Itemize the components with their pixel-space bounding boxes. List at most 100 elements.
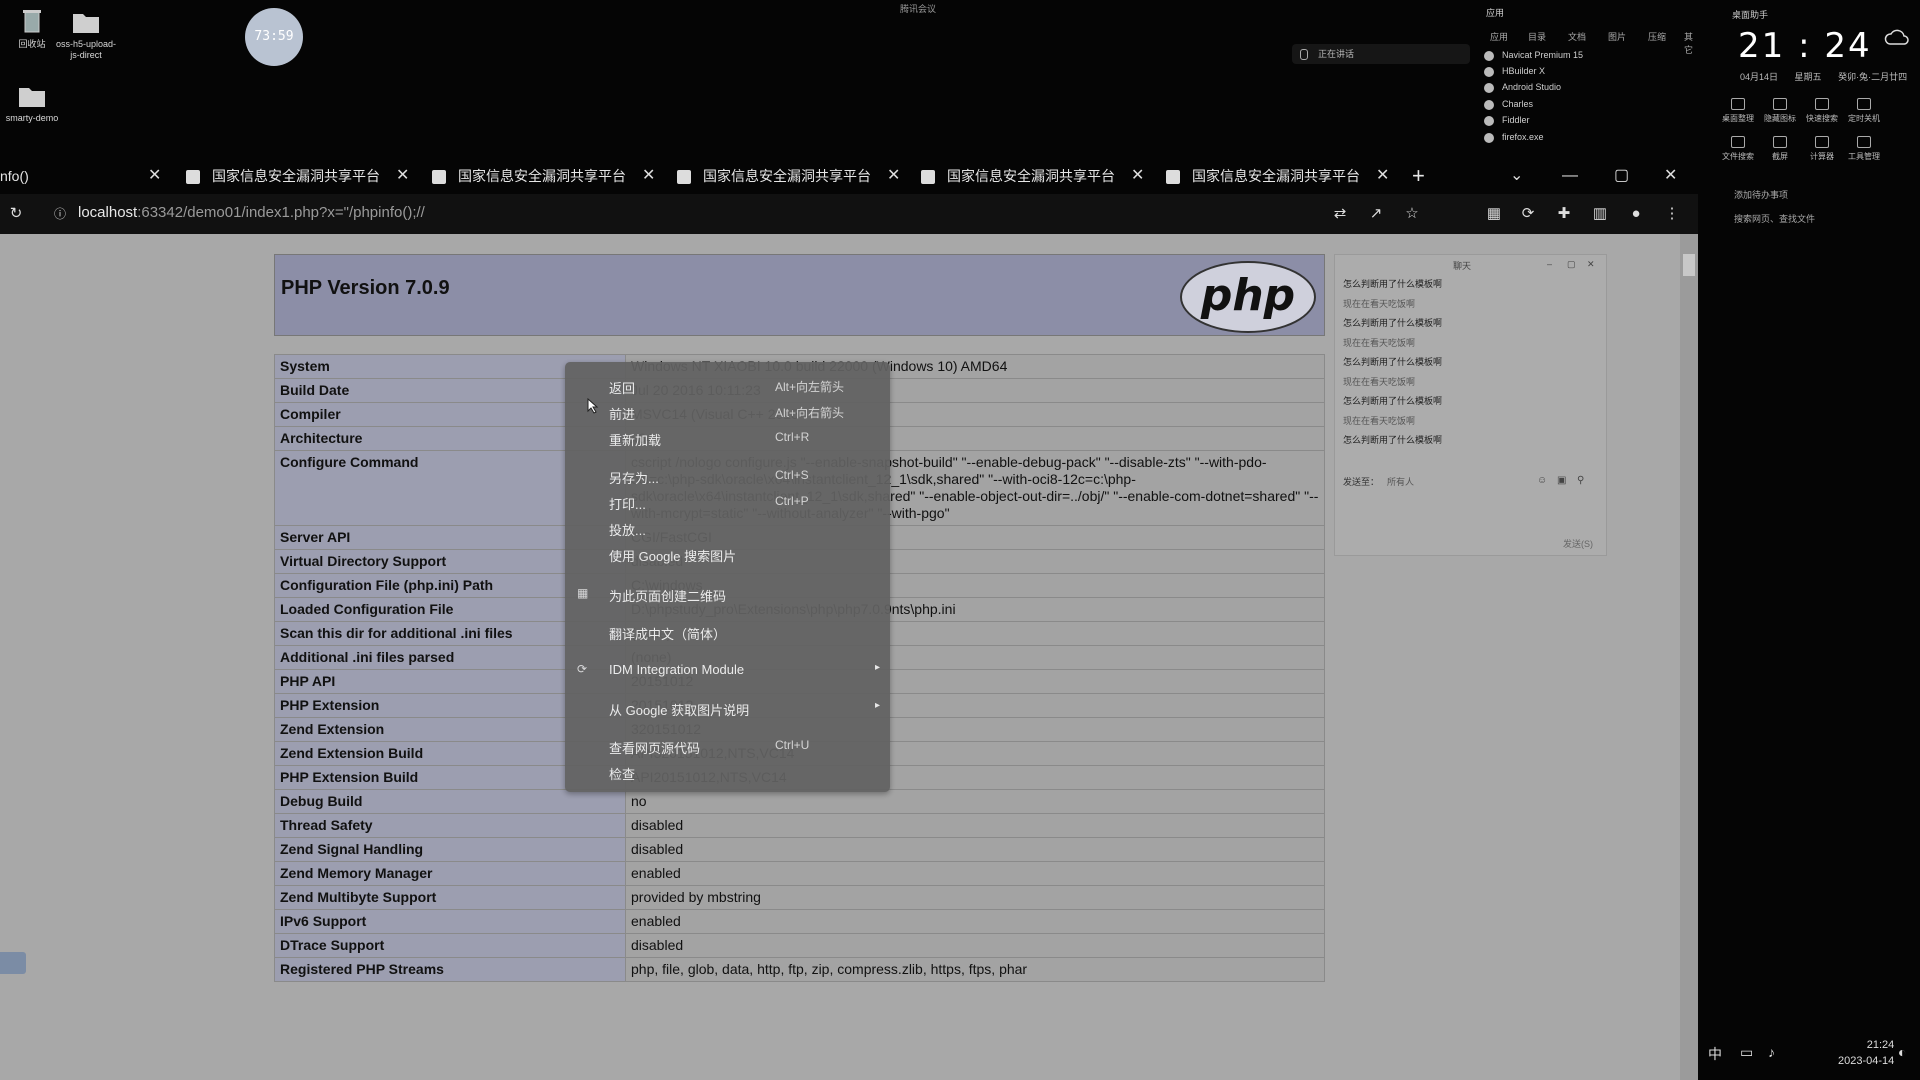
close-icon[interactable]: ✕ [1376, 158, 1389, 194]
network-icon[interactable]: ▭ [1740, 1044, 1753, 1061]
emoji-icon[interactable]: ☺ [1537, 475, 1547, 486]
side-panel-icon[interactable]: ▥ [1592, 206, 1608, 222]
launcher-item[interactable]: HBuilder X [1484, 66, 1545, 77]
clock-date: 04月14日 [1740, 72, 1779, 82]
tool-quick-search[interactable]: 快速搜索 [1802, 98, 1842, 124]
tab[interactable]: 国家信息安全漏洞共享平台 ✕ [677, 158, 907, 194]
context-menu-item[interactable]: 另存为... Ctrl+S [565, 468, 890, 488]
extension-icon[interactable]: ▦ [1486, 206, 1502, 222]
context-menu-item[interactable]: ▦ 为此页面创建二维码 [565, 586, 890, 606]
folder-icon [71, 8, 101, 36]
puzzle-icon[interactable]: ✚ [1556, 206, 1572, 222]
tool-desktop-organize[interactable]: 桌面整理 [1718, 98, 1758, 124]
close-window-icon[interactable]: ✕ [1664, 158, 1677, 194]
context-menu-item[interactable]: 打印... Ctrl+P [565, 494, 890, 514]
launcher-item[interactable]: Charles [1484, 99, 1533, 110]
launcher-item[interactable]: firefox.exe [1484, 132, 1544, 143]
minimize-icon[interactable]: — [1562, 158, 1578, 194]
translate-icon[interactable]: ⇄ [1332, 206, 1348, 222]
microphone-icon [1300, 49, 1308, 60]
tool-shutdown-timer[interactable]: 定时关机 [1844, 98, 1884, 124]
new-tab-button[interactable]: + [1412, 158, 1432, 194]
context-menu-item[interactable]: 重新加载 Ctrl+R [565, 430, 890, 450]
maximize-icon[interactable]: ▢ [1567, 259, 1576, 270]
phpinfo-key: Debug Build [274, 789, 626, 814]
clock-weekday: 星期五 [1794, 72, 1822, 82]
close-icon[interactable]: ✕ [1131, 158, 1144, 194]
meeting-timer-badge[interactable]: 73:59 [245, 8, 303, 66]
tool-icon [1815, 98, 1829, 110]
desktop-icon-oss-folder[interactable]: oss-h5-upload-js-direct [54, 8, 118, 61]
side-panel-toggle[interactable] [0, 952, 26, 974]
launcher-item[interactable]: Navicat Premium 15 [1484, 50, 1583, 61]
tool-manager[interactable]: 工具管理 [1844, 136, 1884, 162]
launcher-tab[interactable]: 目录 [1528, 30, 1546, 43]
image-icon[interactable]: ▣ [1557, 475, 1566, 486]
chat-message: 怎么判断用了什么模板啊 [1343, 357, 1443, 367]
launcher-tab[interactable]: 图片 [1608, 30, 1626, 43]
tab[interactable]: 国家信息安全漏洞共享平台 ✕ [921, 158, 1151, 194]
tray-clock[interactable]: 21:24 2023-04-14 [1838, 1037, 1894, 1069]
tool-file-search[interactable]: 文件搜索 [1718, 136, 1758, 162]
context-menu-item[interactable]: 投放... [565, 520, 890, 540]
close-icon[interactable]: ✕ [1587, 259, 1595, 270]
tab[interactable]: 国家信息安全漏洞共享平台 ✕ [432, 158, 662, 194]
tool-icon [1857, 136, 1871, 148]
context-menu-item[interactable]: 从 Google 获取图片说明 ▸ [565, 700, 890, 720]
app-icon [1484, 115, 1494, 126]
close-icon[interactable]: ✕ [887, 158, 900, 194]
tab[interactable]: 国家信息安全漏洞共享平台 ✕ [1166, 158, 1396, 194]
url-host: localhost [78, 204, 138, 221]
launcher-tab[interactable]: 其它 [1684, 30, 1698, 56]
context-menu-shortcut: Ctrl+S [775, 468, 809, 482]
context-menu-item[interactable]: 翻译成中文（简体） [565, 624, 890, 644]
context-menu-label: 检查 [609, 767, 636, 782]
close-icon[interactable]: ✕ [396, 158, 409, 194]
bookmark-star-icon[interactable]: ☆ [1404, 206, 1420, 222]
site-info-icon[interactable]: ⓘ [52, 206, 68, 222]
send-button[interactable]: 发送(S) [1563, 537, 1593, 550]
minimize-icon[interactable]: – [1547, 259, 1552, 269]
page-scrollbar[interactable] [1680, 234, 1698, 1080]
context-menu-item[interactable]: 返回 Alt+向左箭头 [565, 378, 890, 398]
user-icon[interactable]: ⚲ [1577, 475, 1584, 486]
tab-search-icon[interactable]: ⌄ [1510, 158, 1523, 194]
context-menu-item[interactable]: 检查 [565, 764, 890, 784]
phpinfo-value: no [625, 789, 1325, 814]
add-todo-link[interactable]: 添加待办事项 [1734, 188, 1788, 201]
notification-icon[interactable]: ◐ [1898, 1044, 1906, 1060]
launcher-tab[interactable]: 压缩 [1648, 30, 1666, 43]
launcher-tab[interactable]: 文档 [1568, 30, 1586, 43]
reload-icon[interactable]: ↻ [8, 206, 24, 222]
sync-icon[interactable]: ⟳ [1520, 206, 1536, 222]
maximize-icon[interactable]: ▢ [1614, 158, 1629, 194]
ime-indicator[interactable]: 中 [1708, 1044, 1722, 1064]
share-icon[interactable]: ↗ [1368, 206, 1384, 222]
tool-hide-icons[interactable]: 隐藏图标 [1760, 98, 1800, 124]
context-menu-item[interactable]: 查看网页源代码 Ctrl+U [565, 738, 890, 758]
assistant-search-input[interactable]: 搜索网页、查找文件 [1734, 212, 1815, 225]
close-icon[interactable]: ✕ [148, 158, 161, 194]
menu-kebab-icon[interactable]: ⋮ [1664, 206, 1680, 222]
context-menu-item[interactable]: 前进 Alt+向右箭头 [565, 404, 890, 424]
send-to-select[interactable]: 所有人 [1387, 475, 1414, 488]
profile-icon[interactable]: ● [1628, 206, 1644, 222]
context-menu-item[interactable]: 使用 Google 搜索图片 [565, 546, 890, 566]
tab[interactable]: 国家信息安全漏洞共享平台 ✕ [186, 158, 416, 194]
close-icon[interactable]: ✕ [642, 158, 655, 194]
tool-calculator[interactable]: 计算器 [1802, 136, 1842, 162]
phpinfo-header: PHP Version 7.0.9 php [274, 254, 1325, 336]
phpinfo-value: disabled [625, 813, 1325, 838]
context-menu-label: 返回 [609, 381, 636, 396]
tab-active[interactable]: nfo() ✕ [0, 158, 170, 194]
context-menu-item[interactable]: ⟳ IDM Integration Module ▸ [565, 662, 890, 682]
volume-icon[interactable]: ♪ [1768, 1044, 1775, 1060]
clock-lunar: 癸卯·兔·二月廿四 [1838, 72, 1908, 82]
desktop-icon-smarty-folder[interactable]: smarty-demo [0, 82, 64, 124]
scrollbar-thumb[interactable] [1683, 254, 1695, 276]
tool-screenshot[interactable]: 截屏 [1760, 136, 1800, 162]
url-input[interactable]: localhost:63342/demo01/index1.php?x="/ph… [78, 204, 425, 221]
launcher-item[interactable]: Fiddler [1484, 115, 1530, 126]
launcher-item[interactable]: Android Studio [1484, 82, 1561, 93]
launcher-tab[interactable]: 应用 [1490, 30, 1508, 43]
